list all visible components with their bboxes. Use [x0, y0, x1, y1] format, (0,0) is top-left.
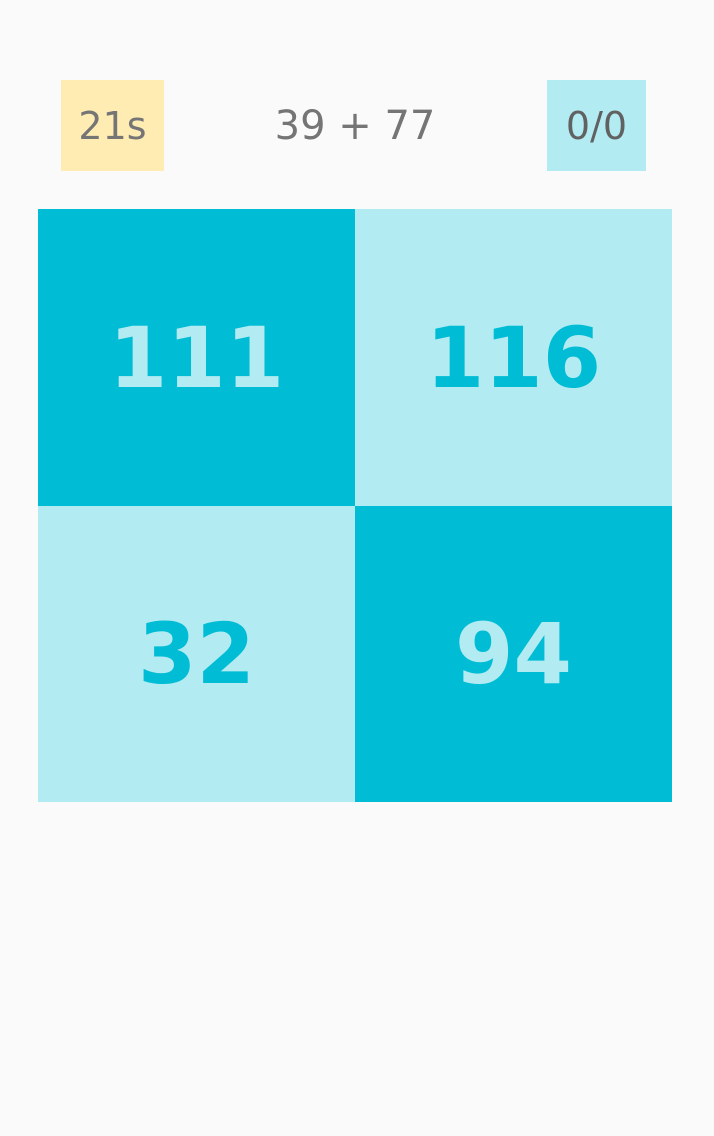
- timer-label: 21s: [78, 103, 147, 148]
- answer-tile-3[interactable]: 32: [38, 506, 355, 802]
- math-question: 39 + 77: [274, 102, 436, 149]
- score-label: 0/0: [565, 103, 628, 148]
- answer-grid: 111 116 32 94: [38, 209, 672, 802]
- answer-tile-2[interactable]: 116: [355, 209, 672, 506]
- timer-badge: 21s: [61, 80, 164, 171]
- answer-tile-4[interactable]: 94: [355, 506, 672, 802]
- answer-tile-1[interactable]: 111: [38, 209, 355, 506]
- score-badge: 0/0: [547, 80, 646, 171]
